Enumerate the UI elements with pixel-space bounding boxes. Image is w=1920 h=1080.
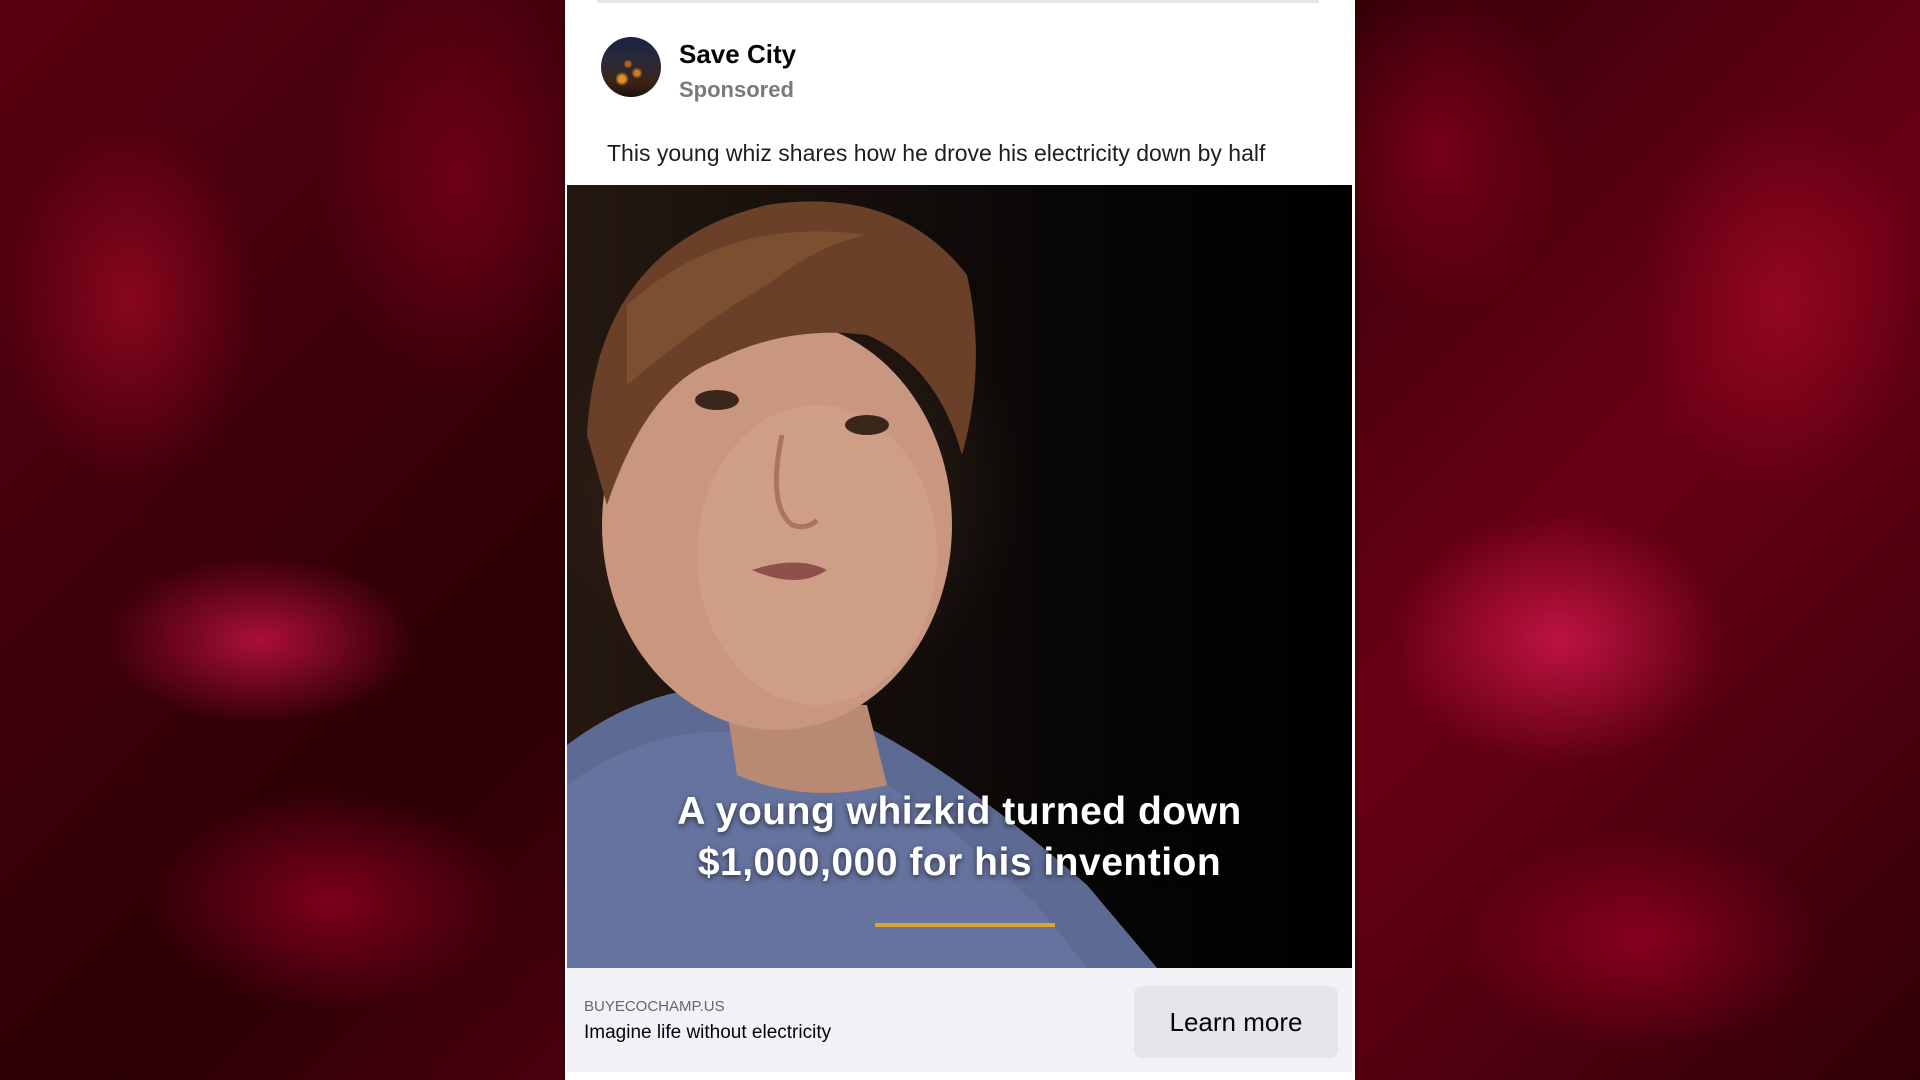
video-progress-fill [875, 923, 1055, 927]
link-headline: Imagine life without electricity [584, 1022, 832, 1043]
post-caption: This young whiz shares how he drove his … [607, 140, 1266, 166]
learn-more-button[interactable]: Learn more [1134, 986, 1338, 1058]
link-domain: BUYECOCHAMP.US [584, 998, 725, 1015]
page-name[interactable]: Save City [679, 39, 796, 70]
video-player[interactable]: A young whizkid turned down $1,000,000 f… [567, 185, 1352, 968]
video-overlay-line2: $1,000,000 for his invention [697, 841, 1222, 884]
post-header: Save City Sponsored [601, 37, 1301, 103]
divider [597, 0, 1319, 3]
link-preview-footer[interactable]: BUYECOCHAMP.US Imagine life without elec… [567, 968, 1352, 1072]
sponsored-label[interactable]: Sponsored [679, 77, 794, 103]
page-avatar[interactable] [601, 37, 661, 97]
sponsored-post-card: Save City Sponsored This young whiz shar… [565, 0, 1355, 1080]
video-progress-bar[interactable] [875, 923, 1055, 927]
video-overlay-line1: A young whizkid turned down [677, 790, 1242, 833]
